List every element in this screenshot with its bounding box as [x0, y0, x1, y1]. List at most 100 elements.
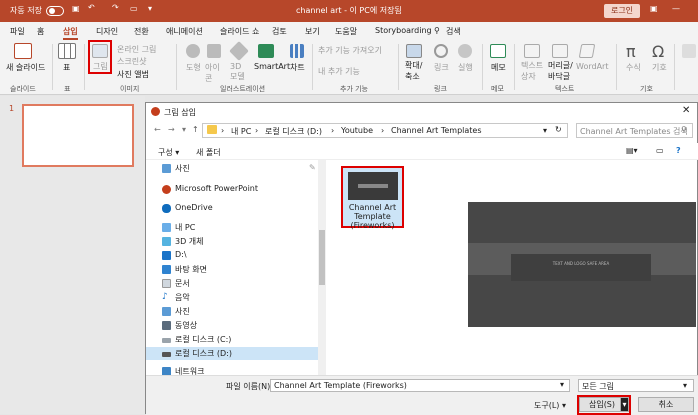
recent-icon[interactable]: ▾: [182, 125, 186, 134]
nav-item-documents[interactable]: 문서: [146, 277, 318, 290]
equation-button[interactable]: 수식: [626, 62, 641, 73]
tab-storyboarding[interactable]: Storyboarding: [375, 26, 432, 35]
tab-transitions[interactable]: 전환: [134, 26, 149, 37]
shapes-icon[interactable]: [186, 44, 200, 58]
breadcrumb-pc[interactable]: 내 PC: [231, 126, 251, 137]
tab-view[interactable]: 보기: [305, 26, 320, 37]
customize-icon[interactable]: ▾: [148, 4, 152, 13]
nav-item-3d-objects[interactable]: 3D 개체: [146, 235, 318, 248]
filename-dropdown-icon[interactable]: ▾: [560, 380, 564, 389]
login-button[interactable]: 로그인: [604, 4, 640, 18]
comment-button[interactable]: 메모: [491, 62, 506, 73]
filetype-select[interactable]: 모든 그림 ▾: [578, 379, 694, 392]
symbol-button[interactable]: 기호: [652, 62, 667, 73]
refresh-icon[interactable]: ↻: [555, 125, 562, 134]
smartart-button[interactable]: SmartArt: [254, 62, 290, 71]
nav-scrollbar[interactable]: [318, 160, 326, 375]
preview-pane-icon[interactable]: ▭: [656, 146, 664, 155]
action-button[interactable]: 실행: [458, 62, 473, 73]
ribbon-display-icon[interactable]: ▣: [650, 4, 658, 13]
save-icon[interactable]: ▣: [72, 4, 80, 13]
nav-item-d-drive[interactable]: 로컬 디스크 (D:): [146, 347, 318, 360]
wordart-button[interactable]: WordArt: [576, 62, 608, 71]
organize-button[interactable]: 구성 ▾: [158, 147, 179, 158]
tab-design[interactable]: 디자인: [96, 26, 118, 37]
undo-icon[interactable]: ↶: [88, 3, 95, 12]
action-icon[interactable]: [458, 44, 472, 58]
breadcrumb-d-drive[interactable]: 로컬 디스크 (D:): [265, 126, 322, 137]
address-bar[interactable]: › 내 PC › 로컬 디스크 (D:) › Youtube › Channel…: [202, 123, 568, 138]
photo-album-button[interactable]: 사진 앨범: [117, 69, 149, 80]
address-dropdown-icon[interactable]: ▾: [543, 126, 547, 135]
tab-file[interactable]: 파일: [10, 26, 25, 37]
search-icon[interactable]: ⚲: [434, 26, 440, 35]
tab-home[interactable]: 홈: [37, 26, 44, 37]
nav-item-pictures[interactable]: 사진 ✎: [146, 162, 318, 175]
forward-icon[interactable]: →: [168, 125, 175, 134]
3d-model-button[interactable]: 3D 모델: [230, 62, 248, 82]
cancel-button[interactable]: 취소: [638, 397, 694, 412]
breadcrumb-templates[interactable]: Channel Art Templates: [391, 126, 482, 135]
new-slide-icon[interactable]: [14, 43, 32, 59]
link-icon[interactable]: [434, 44, 448, 58]
nav-item-music[interactable]: ♪ 음악: [146, 291, 318, 304]
autosave-toggle[interactable]: [46, 6, 64, 16]
textbox-button[interactable]: 텍스트 상자: [521, 60, 545, 82]
comment-icon[interactable]: [490, 44, 506, 58]
icons-icon[interactable]: [207, 44, 221, 58]
tab-help[interactable]: 도움말: [335, 26, 357, 37]
new-slide-button[interactable]: 새 슬라이드: [6, 62, 45, 73]
chart-button[interactable]: 차트: [290, 62, 305, 73]
nav-item-videos[interactable]: 동영상: [146, 319, 318, 332]
my-addins-button[interactable]: 내 추가 기능: [318, 66, 360, 77]
smartart-icon[interactable]: [258, 44, 274, 58]
tab-slideshow[interactable]: 슬라이드 쇼: [220, 26, 259, 37]
nav-item-this-pc[interactable]: 내 PC: [146, 221, 318, 234]
nav-item-powerpoint[interactable]: Microsoft PowerPoint: [146, 183, 318, 196]
header-footer-button[interactable]: 머리글/바닥글: [548, 60, 576, 82]
file-item-channel-art-template[interactable]: Channel Art Template (Fireworks): [341, 166, 404, 230]
tab-animations[interactable]: 애니메이션: [166, 26, 203, 37]
redo-icon[interactable]: ↷: [112, 3, 119, 12]
close-icon[interactable]: ✕: [682, 105, 690, 116]
tab-insert[interactable]: 삽입: [63, 26, 78, 40]
help-icon[interactable]: ?: [676, 146, 681, 155]
scroll-thumb[interactable]: [319, 230, 325, 285]
icons-button[interactable]: 아이콘: [205, 62, 221, 84]
nav-item-onedrive[interactable]: OneDrive: [146, 202, 318, 215]
link-button[interactable]: 링크: [434, 62, 449, 73]
minimize-icon[interactable]: —: [672, 4, 680, 13]
nav-item-desktop[interactable]: 바탕 화면: [146, 263, 318, 276]
slide-thumbnail[interactable]: [22, 104, 134, 167]
tools-button[interactable]: 도구(L) ▾: [534, 400, 566, 411]
back-icon[interactable]: ←: [154, 125, 161, 134]
present-icon[interactable]: ▭: [130, 4, 138, 13]
breadcrumb-youtube[interactable]: Youtube: [341, 126, 373, 135]
chart-icon[interactable]: [290, 44, 304, 58]
table-button[interactable]: 표: [63, 62, 70, 73]
header-footer-icon[interactable]: [552, 44, 568, 58]
nav-item-c-drive[interactable]: 로컬 디스크 (C:): [146, 333, 318, 346]
up-icon[interactable]: ↑: [192, 125, 199, 134]
nav-item-pictures-2[interactable]: 사진: [146, 305, 318, 318]
folder-search-input[interactable]: Channel Art Templates 검색 ⚲: [576, 123, 693, 138]
zoom-button[interactable]: 확대/축소: [405, 60, 427, 82]
3d-model-icon[interactable]: [229, 41, 249, 61]
media-icon[interactable]: [682, 44, 696, 58]
nav-item-d-root[interactable]: D:\: [146, 249, 318, 262]
textbox-icon[interactable]: [524, 44, 540, 58]
pin-icon[interactable]: ✎: [309, 163, 316, 172]
zoom-icon[interactable]: [406, 44, 422, 58]
view-options-icon[interactable]: ▤▾: [626, 146, 638, 155]
online-picture-button[interactable]: 온라인 그림: [117, 44, 156, 55]
screenshot-button[interactable]: 스크린샷: [117, 56, 146, 67]
table-icon[interactable]: [58, 43, 76, 59]
equation-icon[interactable]: π: [626, 42, 636, 61]
shapes-button[interactable]: 도형: [186, 62, 201, 73]
tab-search[interactable]: 검색: [446, 26, 461, 37]
tab-review[interactable]: 검토: [272, 26, 287, 37]
get-addins-button[interactable]: 추가 기능 가져오기: [318, 45, 382, 56]
filename-input[interactable]: Channel Art Template (Fireworks): [270, 379, 570, 392]
symbol-icon[interactable]: Ω: [652, 42, 664, 61]
new-folder-button[interactable]: 새 폴더: [196, 147, 221, 158]
